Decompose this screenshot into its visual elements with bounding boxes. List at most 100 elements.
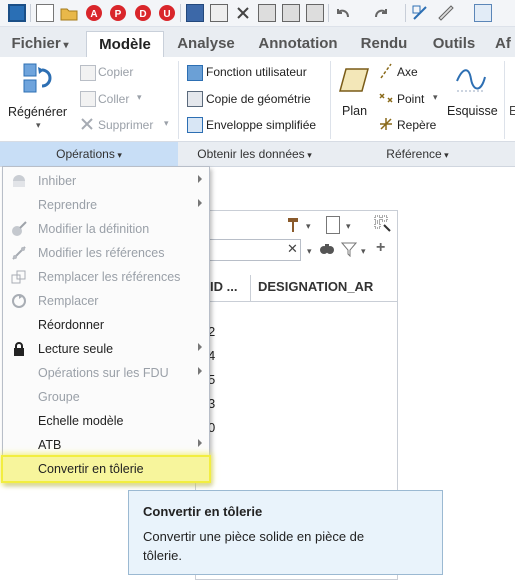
sketch-label[interactable]: Esquisse: [447, 104, 498, 118]
windows-icon[interactable]: [474, 4, 492, 22]
record-d-icon[interactable]: D: [134, 4, 152, 22]
tab-file[interactable]: Fichier ▾: [0, 31, 80, 57]
paste-button[interactable]: Coller: [98, 92, 129, 106]
menu-item-reorder[interactable]: Réordonner: [3, 313, 209, 337]
settings-icon[interactable]: [326, 216, 340, 234]
menu-item-label: Opérations sur les FDU: [38, 366, 169, 380]
paste-icon: [80, 91, 96, 107]
tab-analysis[interactable]: Analyse: [170, 31, 242, 57]
column-divider[interactable]: [250, 275, 251, 301]
menu-item-udf-operations[interactable]: Opérations sur les FDU: [3, 361, 209, 385]
window-icon[interactable]: [8, 4, 26, 22]
new-file-icon[interactable]: [36, 4, 54, 22]
regenerate-icon[interactable]: [22, 62, 56, 96]
find-icon[interactable]: [319, 241, 335, 257]
menu-item-convert-to-sheetmetal[interactable]: Convertir en tôlerie: [3, 457, 209, 481]
simplified-envelope-icon: [187, 117, 203, 133]
tab-annotation[interactable]: Annotation: [252, 31, 344, 57]
submenu-arrow-icon: [198, 175, 202, 183]
user-function-icon: [187, 65, 203, 81]
settings-dropdown-arrow[interactable]: ▾: [346, 221, 351, 232]
ribbon-tabs: Fichier ▾ Modèle Analyse Annotation Rend…: [0, 27, 515, 57]
menu-item-label: Modifier la définition: [38, 222, 150, 236]
svg-text:P: P: [115, 9, 122, 20]
plane-icon[interactable]: [338, 65, 370, 95]
csys-button[interactable]: Repère: [397, 118, 436, 132]
column-header-designation[interactable]: DESIGNATION_AR: [258, 279, 373, 294]
menu-item-replace-references[interactable]: Remplacer les références: [3, 265, 209, 289]
point-dropdown-arrow[interactable]: ▾: [433, 92, 438, 103]
user-function-button[interactable]: Fonction utilisateur: [206, 65, 307, 79]
rename-icon[interactable]: [306, 4, 324, 22]
group-get-data[interactable]: Obtenir les données ▾: [179, 142, 330, 166]
tooltip-body-line2: tôlerie.: [143, 548, 183, 563]
group-reference[interactable]: Référence ▾: [331, 142, 504, 166]
tab-tools[interactable]: Outils: [425, 31, 483, 57]
redo-icon[interactable]: [372, 4, 390, 22]
menu-item-suppress[interactable]: Inhiber: [3, 169, 209, 193]
filter-dropdown-arrow[interactable]: ▾: [361, 246, 366, 257]
tools-dropdown-arrow[interactable]: ▾: [306, 221, 311, 232]
tools-icon[interactable]: [286, 216, 300, 234]
menu-item-label: Réordonner: [38, 318, 105, 332]
menu-item-group[interactable]: Groupe: [3, 385, 209, 409]
close-window-icon[interactable]: [234, 4, 252, 22]
clear-search-icon[interactable]: ✕: [287, 241, 298, 257]
menu-item-read-only[interactable]: Lecture seule: [3, 337, 209, 361]
delete-button[interactable]: Supprimer: [98, 118, 153, 132]
print-icon[interactable]: [210, 4, 228, 22]
point-button[interactable]: Point: [397, 92, 424, 106]
undo-icon[interactable]: [334, 4, 352, 22]
plane-label[interactable]: Plan: [342, 104, 367, 118]
record-p-icon[interactable]: P: [109, 4, 127, 22]
replace-references-icon: [11, 269, 27, 285]
tab-view[interactable]: Af: [495, 31, 515, 57]
copy-button[interactable]: Copier: [98, 65, 133, 79]
menu-item-replace[interactable]: Remplacer: [3, 289, 209, 313]
record-u-icon[interactable]: U: [158, 4, 176, 22]
regenerate-label[interactable]: Régénérer: [8, 105, 67, 119]
regenerate-dropdown-arrow[interactable]: ▾: [36, 120, 41, 131]
submenu-arrow-icon: [198, 343, 202, 351]
column-header-id[interactable]: ID ...: [210, 279, 237, 294]
backup-icon[interactable]: [282, 4, 300, 22]
sketch-icon[interactable]: [455, 65, 487, 95]
tooltip-title: Convertir en tôlerie: [143, 504, 263, 519]
quick-access-toolbar: A P D U: [0, 0, 515, 27]
svg-text:D: D: [139, 9, 146, 20]
delete-icon: [80, 117, 94, 131]
ruler-icon[interactable]: [437, 4, 455, 22]
regenerate-small-icon[interactable]: [411, 4, 429, 22]
group-operations[interactable]: Opérations ▾: [0, 142, 178, 166]
menu-item-scale-model[interactable]: Echelle modèle: [3, 409, 209, 433]
columns-icon[interactable]: [374, 215, 392, 233]
add-column-icon[interactable]: +: [376, 239, 385, 257]
menu-item-edit-references[interactable]: Modifier les références: [3, 241, 209, 265]
open-folder-icon[interactable]: [60, 4, 78, 22]
save-copy-icon[interactable]: [258, 4, 276, 22]
replace-icon: [11, 293, 27, 309]
record-a-icon[interactable]: A: [85, 4, 103, 22]
delete-dropdown-arrow[interactable]: ▾: [164, 118, 169, 129]
paste-dropdown-arrow[interactable]: ▾: [137, 92, 142, 103]
tab-render[interactable]: Rendu: [356, 31, 412, 57]
csys-icon: [378, 116, 394, 132]
simplified-envelope-button[interactable]: Enveloppe simplifiée: [206, 118, 316, 132]
menu-item-resume[interactable]: Reprendre: [3, 193, 209, 217]
menu-item-label: Echelle modèle: [38, 414, 124, 428]
filter-icon[interactable]: [340, 241, 358, 258]
menu-item-edit-definition[interactable]: Modifier la définition: [3, 217, 209, 241]
geometry-copy-button[interactable]: Copie de géométrie: [206, 92, 311, 106]
search-input[interactable]: [196, 239, 301, 261]
menu-item-atb[interactable]: ATB: [3, 433, 209, 457]
svg-text:A: A: [90, 9, 97, 20]
tooltip: Convertir en tôlerie Convertir une pièce…: [128, 490, 443, 575]
tooltip-body-line1: Convertir une pièce solide en pièce de: [143, 529, 365, 544]
save-icon[interactable]: [186, 4, 204, 22]
edit-definition-icon: [11, 221, 27, 237]
geometry-copy-icon: [187, 91, 203, 107]
menu-item-label: ATB: [38, 438, 62, 452]
tab-model[interactable]: Modèle: [86, 31, 164, 57]
axis-button[interactable]: Axe: [397, 65, 418, 79]
search-dropdown-arrow[interactable]: ▾: [307, 246, 312, 257]
